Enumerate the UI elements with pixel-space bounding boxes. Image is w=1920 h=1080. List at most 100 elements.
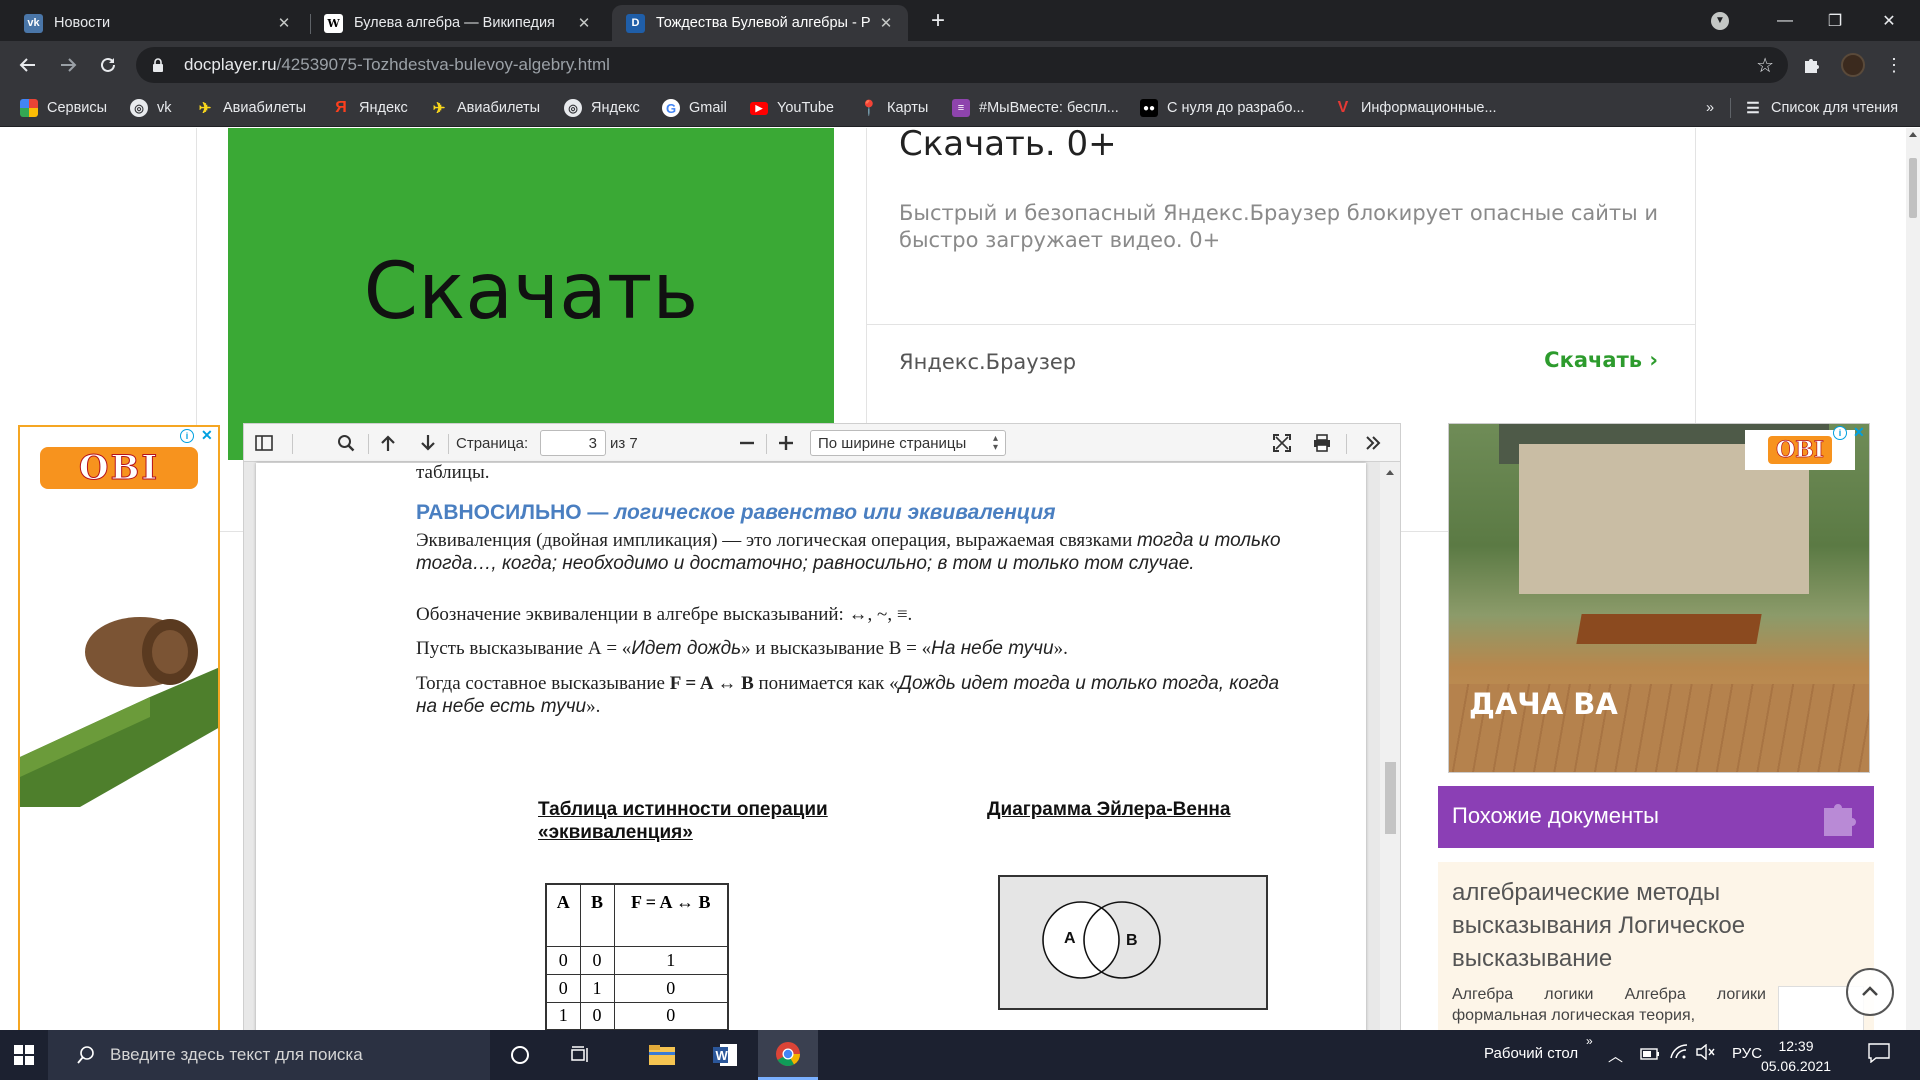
page-number-input[interactable]: 3 [540,430,606,456]
start-button[interactable] [0,1030,48,1080]
obi-ad-right[interactable]: ДАЧА ВА OBI i ✕ [1448,423,1870,773]
bookmark-star-icon[interactable]: ☆ [1756,53,1774,78]
next-page-icon[interactable] [418,433,438,453]
table-header-row: A B F = A ↔ B [545,883,729,947]
tab-vk-news[interactable]: vk Новости ✕ [10,5,306,41]
bookmark-apps[interactable]: Сервисы [20,98,107,118]
doc-heading: РАВНОСИЛЬНО — логическое равенство или э… [416,501,1056,524]
back-button[interactable] [12,49,44,81]
bookmark-info[interactable]: V Информационные... [1334,98,1497,118]
cortana-button[interactable] [490,1030,550,1080]
table-header-a: A [545,883,581,947]
close-window-button[interactable]: ✕ [1864,0,1914,41]
zoom-select[interactable]: По ширине страницы ▴ ▾ [810,430,1006,456]
viewer-scroll-thumb[interactable] [1385,762,1396,834]
page-scroll-thumb[interactable] [1909,158,1917,218]
desktop-toolbar-label[interactable]: Рабочий стол [1484,1045,1578,1062]
bookmark-avia-2[interactable]: ✈ Авиабилеты [430,98,540,118]
bookmark-gmail[interactable]: G Gmail [662,98,727,118]
new-tab-button[interactable]: + [924,8,952,36]
doc-prev-line: таблицы. [416,463,490,483]
task-view-button[interactable] [550,1030,610,1080]
bookmark-avia-1[interactable]: ✈ Авиабилеты [196,98,306,118]
zoom-in-icon[interactable] [776,433,796,453]
close-tab-icon[interactable]: ✕ [276,14,292,32]
profile-avatar[interactable] [1839,51,1867,79]
ad-headline[interactable]: Скачать. 0+ [899,128,1117,164]
venn-diagram: A B [998,875,1268,1010]
scroll-up-arrow-icon[interactable] [1909,132,1917,137]
close-tab-icon[interactable]: ✕ [878,14,894,32]
search-icon[interactable] [336,433,356,453]
bookmark-yandex-2[interactable]: ◎ Яндекс [564,98,640,118]
print-icon[interactable] [1312,433,1332,453]
volume-muted-icon[interactable] [1696,1043,1716,1064]
similar-document-card[interactable]: алгебраические методы высказывания Логич… [1438,862,1874,1030]
wifi-icon[interactable] [1670,1044,1688,1064]
lock-icon[interactable] [152,58,164,72]
taskbar-word[interactable]: W [695,1030,755,1080]
extensions-puzzle-icon[interactable] [1798,51,1826,79]
chevron-up-icon [1862,986,1878,996]
table-cell: 0 [545,973,581,1003]
taskbar-file-explorer[interactable] [632,1030,692,1080]
ad-cta-link[interactable]: Скачать › [1544,348,1658,372]
sidebar-toggle-icon[interactable] [254,433,274,453]
fullscreen-icon[interactable] [1272,433,1292,453]
table-cell: 0 [613,973,729,1003]
restore-button[interactable]: ❐ [1810,0,1860,41]
tab-wikipedia[interactable]: W Булева алгебра — Википедия ✕ [310,5,606,41]
similar-document-title[interactable]: алгебраические методы высказывания Логич… [1452,876,1852,975]
table-row: 0 1 0 [545,973,729,1003]
adchoices-icon[interactable]: i [180,429,194,443]
ad-close-icon[interactable]: ✕ [201,427,213,444]
table-cell: 0 [545,945,581,975]
clock[interactable]: 12:39 05.06.2021 [1756,1036,1836,1076]
vk-icon: vk [24,13,43,33]
venn-circle-b [1083,901,1161,979]
taskbar-search-box[interactable]: Введите здесь текст для поиска [48,1030,490,1080]
close-tab-icon[interactable]: ✕ [576,14,592,32]
bookmark-youtube[interactable]: ▶ YouTube [750,98,834,118]
clock-date: 05.06.2021 [1760,1058,1832,1074]
table-header-f: F = A ↔ B [613,883,729,947]
minimize-button[interactable]: — [1760,0,1810,41]
globe-icon: ◎ [564,99,582,117]
zoom-out-icon[interactable] [737,433,757,453]
obi-ad-left[interactable]: i ✕ OBI [18,425,220,1030]
bookmark-mywithyou[interactable]: ≡ #МыВместе: беспл... [952,98,1119,118]
similar-document-snippet: Алгебра логики Алгебра логики формальная… [1452,986,1766,1024]
adchoices-icon[interactable]: i [1833,426,1847,440]
medium-icon: ●● [1140,99,1158,117]
address-bar[interactable]: docplayer.ru/42539075-Tozhdestva-bulevoy… [136,47,1788,83]
notifications-icon[interactable] [1868,1043,1890,1067]
toolbar-expand-icon[interactable]: » [1586,1034,1593,1048]
ad-download-image[interactable]: Скачать [228,128,834,460]
battery-icon[interactable] [1640,1047,1660,1064]
bookmarks-overflow-button[interactable]: » [1706,98,1714,118]
previous-page-icon[interactable] [378,433,398,453]
page-label: Страница: [456,435,529,452]
scroll-up-arrow-icon[interactable] [1386,470,1394,475]
bookmark-vk[interactable]: ◎ vk [130,98,172,118]
chrome-icon [776,1041,800,1066]
reload-button[interactable] [92,49,124,81]
bookmark-maps[interactable]: 📍 Карты [860,98,929,118]
ad-close-icon[interactable]: ✕ [1853,424,1865,441]
forward-button[interactable] [52,49,84,81]
tab-docplayer[interactable]: D Тождества Булевой алгебры - Р ✕ [612,5,908,41]
menu-kebab-icon[interactable]: ⋮ [1880,51,1908,79]
tab-search-button[interactable]: ▼ [1695,0,1745,41]
v-logo-icon: V [1337,99,1349,116]
viewer-scrollbar[interactable] [1380,462,1400,1030]
tray-overflow-chevron-icon[interactable]: ︿ [1608,1045,1623,1066]
bookmark-yandex-1[interactable]: Я Яндекс [332,98,408,118]
scroll-to-top-button[interactable] [1846,968,1894,1016]
more-tools-icon[interactable] [1363,433,1383,453]
reading-list-button[interactable]: ☰ Список для чтения [1744,98,1898,118]
bookmark-from-scratch[interactable]: ●● С нуля до разрабо... [1140,98,1305,118]
page-scrollbar[interactable] [1906,128,1920,1030]
table-cell: 0 [579,945,615,975]
select-caret-icon: ▴ ▾ [992,433,998,453]
taskbar-chrome[interactable] [758,1030,818,1080]
